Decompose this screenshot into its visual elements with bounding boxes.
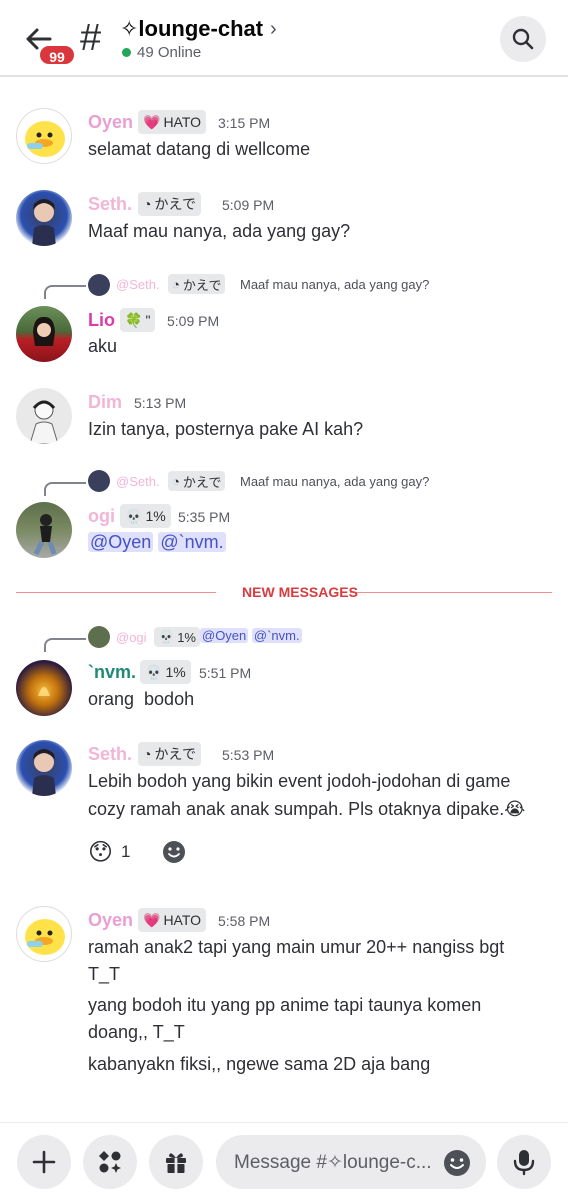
heart-icon: 💗 <box>143 911 161 928</box>
message-text: doang,, T_T <box>88 1022 185 1042</box>
username[interactable]: ogi <box>88 506 115 527</box>
gift-icon <box>166 1153 186 1173</box>
timestamp: 5:35 PM <box>178 509 231 525</box>
username[interactable]: Seth. <box>88 744 132 765</box>
username[interactable]: Lio <box>88 310 115 331</box>
heart-icon: 💗 <box>143 113 161 130</box>
reply-preview[interactable]: Maaf mau nanya, ada yang gay? <box>240 277 429 292</box>
apps-button[interactable] <box>83 1135 137 1189</box>
message-text: aku <box>88 336 118 356</box>
reply-connector <box>44 638 86 652</box>
crescent-icon: ◔ <box>143 196 152 212</box>
role-tag: 💗 HATO <box>138 908 207 932</box>
online-label: 49 Online <box>137 44 202 61</box>
timestamp: 5:09 PM <box>222 197 275 213</box>
search-button[interactable] <box>500 16 546 62</box>
new-messages-divider: NEW MESSAGES <box>16 582 552 602</box>
online-count: 49 Online <box>122 44 201 61</box>
role-tag: ◔ かえで <box>138 742 202 766</box>
divider-label: NEW MESSAGES <box>242 584 358 600</box>
reply-role-tag: ◔ かえで <box>168 274 226 294</box>
user-mention[interactable]: @`nvm. <box>251 628 302 643</box>
reply-preview[interactable]: @Oyen @`nvm. <box>200 628 302 643</box>
apps-icon <box>99 1151 121 1173</box>
message-text: kabanyakn fiksi,, ngewe sama 2D aja bang <box>88 1054 431 1074</box>
role-tag: 🍀 " <box>120 308 156 332</box>
attach-button[interactable] <box>17 1135 71 1189</box>
timestamp: 5:58 PM <box>218 913 271 929</box>
message-text: yang bodoh itu yang pp anime tapi taunya… <box>88 995 482 1015</box>
avatar-fire[interactable] <box>16 660 72 716</box>
message-text: Lebih bodoh yang bikin event jodoh-jodoh… <box>88 771 511 791</box>
user-mention[interactable]: @Oyen <box>88 532 154 552</box>
channel-hash-icon: # <box>80 17 102 59</box>
chevron-right-icon[interactable]: › <box>270 18 277 41</box>
reply-preview[interactable]: Maaf mau nanya, ada yang gay? <box>240 474 429 489</box>
reply-username[interactable]: @Seth. <box>116 277 160 292</box>
username[interactable]: Oyen <box>88 112 133 133</box>
avatar-sketch[interactable] <box>16 388 72 444</box>
message-text: Izin tanya, posternya pake AI kah? <box>88 419 364 439</box>
message-text: Maaf mau nanya, ada yang gay? <box>88 221 351 241</box>
timestamp: 5:53 PM <box>222 747 275 763</box>
reply-avatar <box>88 626 110 648</box>
user-mention[interactable]: @Oyen <box>200 628 249 643</box>
role-tag: 💀 1% <box>140 660 191 684</box>
avatar-anime[interactable] <box>16 190 72 246</box>
skull-icon: 💀 <box>158 629 175 644</box>
timestamp: 5:51 PM <box>199 665 252 681</box>
online-dot-icon <box>122 48 131 57</box>
timestamp: 5:09 PM <box>167 313 220 329</box>
voice-button[interactable] <box>497 1135 551 1189</box>
role-tag: ◔ かえで <box>138 192 202 216</box>
emoji-icon[interactable] <box>442 1148 472 1178</box>
skull-icon: 💀 <box>145 663 163 680</box>
composer-bar: Message #✧lounge-c... <box>0 1122 568 1200</box>
message-text: @Oyen @`nvm. <box>88 529 548 555</box>
add-reaction-icon[interactable] <box>160 838 188 866</box>
message-text: cozy ramah anak anak sumpah. Pls otaknya… <box>88 799 526 819</box>
reply-username[interactable]: @Seth. <box>116 474 160 489</box>
avatar-duck[interactable] <box>16 906 72 962</box>
channel-header: 99 # ✧lounge-chat › 49 Online <box>0 0 568 77</box>
username[interactable]: Dim <box>88 392 122 413</box>
reply-connector <box>44 285 86 299</box>
reply-connector <box>44 482 86 496</box>
reaction-pill[interactable]: 😯 1 <box>88 834 131 870</box>
microphone-icon <box>513 1150 535 1176</box>
role-tag: 💀 1% <box>120 504 171 528</box>
avatar-photo[interactable] <box>16 502 72 558</box>
username[interactable]: `nvm. <box>88 662 136 683</box>
avatar-girl[interactable] <box>16 306 72 362</box>
crescent-icon: ◔ <box>143 746 152 762</box>
user-mention[interactable]: @`nvm. <box>158 532 226 552</box>
message-text: selamat datang di wellcome <box>88 139 311 159</box>
reply-role-tag: ◔ かえで <box>168 471 226 491</box>
search-icon <box>512 28 534 50</box>
username[interactable]: Seth. <box>88 194 132 215</box>
avatar-duck[interactable] <box>16 108 72 164</box>
astonished-emoji-icon: 😯 <box>88 838 114 866</box>
reply-avatar <box>88 470 110 492</box>
message-text: T_T <box>88 964 121 984</box>
unread-badge: 99 <box>38 44 76 66</box>
channel-name[interactable]: ✧lounge-chat <box>120 16 263 42</box>
avatar-anime[interactable] <box>16 740 72 796</box>
timestamp: 5:13 PM <box>134 395 187 411</box>
message-text: orang bodoh <box>88 689 195 709</box>
reaction-count: 1 <box>121 842 131 861</box>
gift-button[interactable] <box>149 1135 203 1189</box>
reply-avatar <box>88 274 110 296</box>
skull-icon: 💀 <box>125 507 143 524</box>
timestamp: 3:15 PM <box>218 115 271 131</box>
username[interactable]: Oyen <box>88 910 133 931</box>
reply-username[interactable]: @ogi <box>116 630 147 645</box>
message-text: ramah anak2 tapi yang main umur 20++ nan… <box>88 937 505 957</box>
clover-icon: 🍀 <box>125 311 143 328</box>
crescent-icon: ◔ <box>172 276 180 292</box>
role-tag: 💗 HATO <box>138 110 207 134</box>
reply-role-tag: 💀 1% <box>154 627 200 647</box>
crescent-icon: ◔ <box>172 473 180 489</box>
plus-icon <box>32 1150 56 1174</box>
